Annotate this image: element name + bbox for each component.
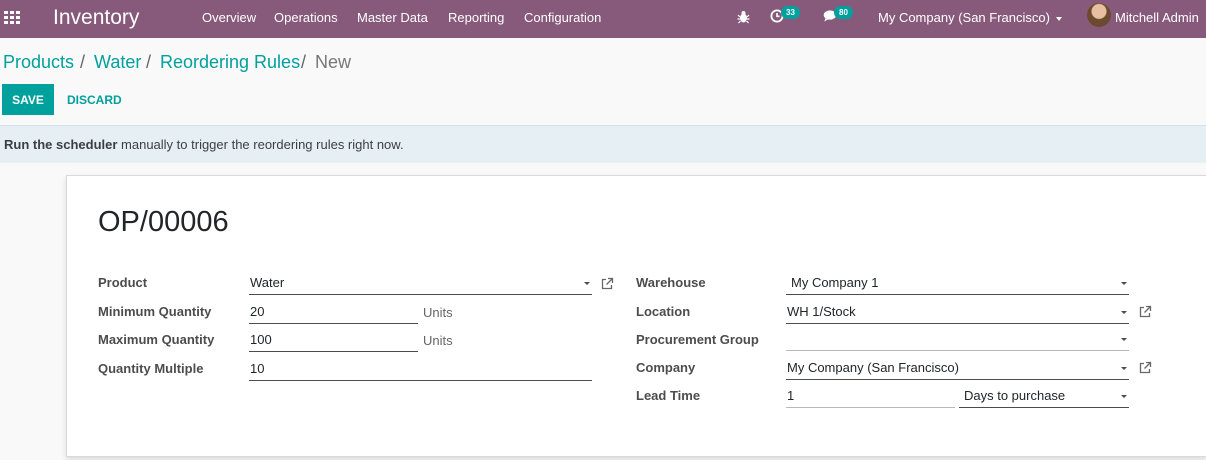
menu-overview[interactable]: Overview (202, 10, 256, 25)
message-count-badge: 80 (834, 6, 853, 19)
breadcrumb-separator: / (301, 52, 307, 72)
breadcrumb-reordering-rules[interactable]: Reordering Rules (160, 52, 300, 73)
save-button[interactable]: Save (2, 84, 54, 115)
warehouse-field[interactable]: My Company 1 (786, 272, 1129, 295)
messages-button[interactable]: 80 (823, 6, 853, 25)
menu-configuration[interactable]: Configuration (524, 10, 601, 25)
company-value: My Company (San Francisco) (787, 360, 959, 375)
breadcrumb-current: New (315, 52, 352, 72)
menu-master-data[interactable]: Master Data (357, 10, 428, 25)
external-link-icon[interactable] (600, 277, 614, 291)
maximum-quantity-unit: Units (423, 333, 453, 348)
user-menu[interactable]: Mitchell Admin (1115, 10, 1199, 25)
top-navbar: Inventory Overview Operations Master Dat… (0, 0, 1206, 38)
lead-time-value: 1 (787, 388, 795, 403)
procurement-group-field[interactable] (786, 328, 1129, 351)
lead-time-field[interactable]: 1 (786, 385, 955, 408)
minimum-quantity-unit: Units (423, 305, 453, 320)
avatar[interactable] (1087, 3, 1111, 27)
caret-down-icon (1121, 282, 1127, 285)
discard-button[interactable]: Discard (58, 84, 131, 115)
bug-icon[interactable] (737, 10, 750, 27)
caret-down-icon (1121, 367, 1127, 370)
activity-button[interactable]: 33 (770, 6, 800, 26)
maximum-quantity-field[interactable]: 100 (249, 329, 418, 352)
company-switcher[interactable]: My Company (San Francisco) (878, 10, 1062, 25)
minimum-quantity-field[interactable]: 20 (249, 301, 418, 324)
breadcrumb-water[interactable]: Water (94, 52, 141, 73)
location-label: Location (636, 304, 691, 319)
product-field[interactable]: Water (249, 272, 592, 295)
location-value: WH 1/Stock (787, 304, 856, 319)
quantity-multiple-label: Quantity Multiple (98, 361, 204, 376)
caret-down-icon (1055, 16, 1062, 21)
record-title: OP/00006 (98, 206, 229, 238)
product-value: Water (250, 275, 285, 290)
external-link-icon[interactable] (1138, 305, 1152, 319)
maximum-quantity-value: 100 (250, 332, 272, 347)
quantity-multiple-value: 10 (250, 361, 265, 376)
company-switcher-label: My Company (San Francisco) (878, 10, 1050, 25)
breadcrumb-separator: / (80, 52, 86, 72)
alert-text: manually to trigger the reordering rules… (117, 137, 404, 152)
quantity-multiple-field[interactable]: 10 (249, 358, 592, 381)
lead-time-type-select[interactable]: Days to purchase (959, 385, 1129, 408)
procurement-group-label: Procurement Group (636, 332, 759, 347)
caret-down-icon (584, 282, 590, 285)
caret-down-icon (1121, 395, 1127, 398)
caret-down-icon (1121, 338, 1127, 341)
minimum-quantity-label: Minimum Quantity (98, 304, 212, 319)
app-title[interactable]: Inventory (53, 6, 139, 30)
caret-down-icon (1121, 311, 1127, 314)
breadcrumb-separator: / (146, 52, 152, 72)
scheduler-alert: Run the scheduler manually to trigger th… (0, 125, 1206, 163)
run-scheduler-link[interactable]: Run the scheduler (4, 137, 117, 152)
apps-grid-icon[interactable] (4, 11, 20, 25)
company-field[interactable]: My Company (San Francisco) (786, 357, 1129, 380)
lead-time-label: Lead Time (636, 388, 701, 403)
activity-count-badge: 33 (781, 6, 800, 19)
menu-operations[interactable]: Operations (274, 10, 338, 25)
minimum-quantity-value: 20 (250, 304, 265, 319)
external-link-icon[interactable] (1138, 361, 1152, 375)
product-label: Product (98, 275, 148, 290)
lead-time-type-value: Days to purchase (964, 388, 1066, 403)
company-label: Company (636, 360, 696, 375)
warehouse-value: My Company 1 (791, 275, 879, 290)
maximum-quantity-label: Maximum Quantity (98, 332, 215, 347)
warehouse-label: Warehouse (636, 275, 706, 290)
location-field[interactable]: WH 1/Stock (786, 301, 1129, 324)
menu-reporting[interactable]: Reporting (448, 10, 504, 25)
breadcrumb-products[interactable]: Products (3, 52, 74, 73)
